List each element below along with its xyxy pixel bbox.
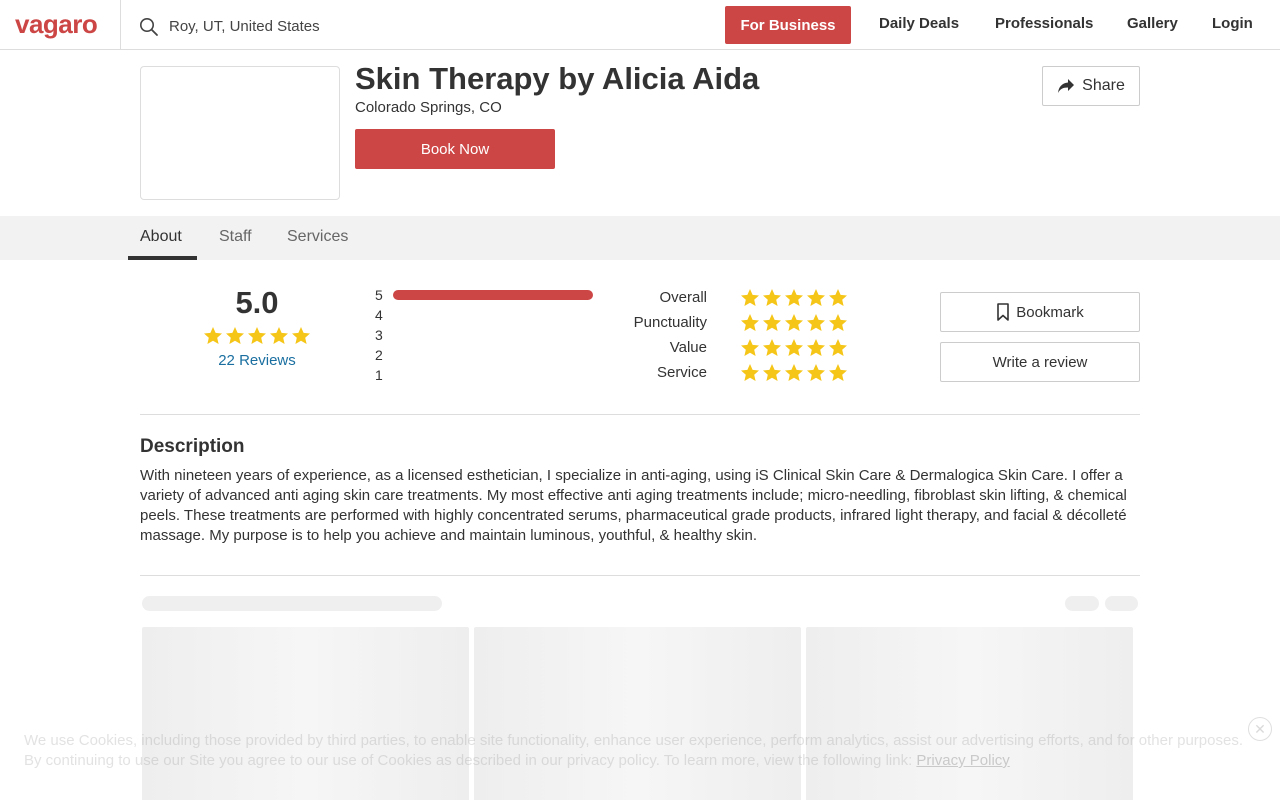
vagaro-logo[interactable]: vagaro <box>15 9 98 40</box>
category-label: Overall <box>659 289 707 306</box>
book-now-button[interactable]: Book Now <box>355 129 555 169</box>
nav-gallery[interactable]: Gallery <box>1127 15 1178 32</box>
histogram-bar-fill <box>393 290 593 300</box>
star-icon <box>807 289 825 306</box>
category-stars <box>740 363 848 383</box>
star-icon <box>785 289 803 306</box>
star-icon <box>763 364 781 381</box>
tab-about[interactable]: About <box>140 228 182 246</box>
histogram-label: 3 <box>375 327 383 343</box>
star-icon <box>829 314 847 331</box>
histogram-bar <box>393 330 593 340</box>
privacy-policy-link[interactable]: Privacy Policy <box>916 752 1009 769</box>
business-logo-placeholder <box>140 66 340 200</box>
star-icon <box>226 327 244 344</box>
cookie-text: We use Cookies, including those provided… <box>24 732 1243 769</box>
bookmark-icon <box>997 303 1010 321</box>
divider <box>140 414 1140 415</box>
star-icon <box>741 289 759 306</box>
star-icon <box>785 339 803 356</box>
star-icon <box>785 314 803 331</box>
reviews-link[interactable]: 22 Reviews <box>197 352 317 369</box>
histogram-bar <box>393 370 593 380</box>
skeleton-card <box>142 627 469 800</box>
histogram-bar <box>393 290 593 300</box>
star-icon <box>741 314 759 331</box>
nav-professionals[interactable]: Professionals <box>995 15 1093 32</box>
star-icon <box>807 364 825 381</box>
star-icon <box>829 364 847 381</box>
star-icon <box>270 327 288 344</box>
star-icon <box>763 339 781 356</box>
star-icon <box>807 339 825 356</box>
tab-services[interactable]: Services <box>287 228 348 246</box>
cookie-banner: We use Cookies, including those provided… <box>24 731 1256 771</box>
search-icon <box>140 18 158 36</box>
bookmark-label: Bookmark <box>1016 303 1084 321</box>
star-icon <box>292 327 310 344</box>
active-tab-indicator <box>128 256 197 260</box>
description-title: Description <box>140 436 245 457</box>
star-icon <box>785 364 803 381</box>
tab-bar: About Staff Services <box>0 216 1280 260</box>
star-icon <box>807 314 825 331</box>
category-label: Service <box>656 364 707 381</box>
top-navbar: vagaro For Business Daily Deals Professi… <box>0 0 1280 50</box>
histogram-label: 2 <box>375 347 383 363</box>
category-label: Punctuality <box>633 314 707 331</box>
category-stars <box>740 288 848 308</box>
cookie-close-icon[interactable]: ✕ <box>1248 717 1272 741</box>
star-icon <box>248 327 266 344</box>
share-button[interactable]: Share <box>1042 66 1140 106</box>
overall-score: 5.0 <box>235 285 279 320</box>
skeleton-card <box>806 627 1133 800</box>
bookmark-button[interactable]: Bookmark <box>940 292 1140 332</box>
divider <box>140 575 1140 576</box>
tab-staff[interactable]: Staff <box>219 228 252 246</box>
skeleton-button <box>1065 596 1099 611</box>
nav-login[interactable]: Login <box>1212 15 1253 32</box>
business-name: Skin Therapy by Alicia Aida <box>355 61 760 96</box>
category-stars <box>740 338 848 358</box>
star-icon <box>763 289 781 306</box>
star-icon <box>741 364 759 381</box>
share-icon <box>1058 79 1075 93</box>
logo-divider <box>120 0 121 50</box>
histogram-bar <box>393 310 593 320</box>
category-stars <box>740 313 848 333</box>
skeleton-card <box>474 627 801 800</box>
histogram-bar <box>393 350 593 360</box>
category-label: Value <box>669 339 707 356</box>
for-business-button[interactable]: For Business <box>725 6 851 44</box>
description-body: With nineteen years of experience, as a … <box>140 467 1127 544</box>
share-label: Share <box>1082 77 1125 94</box>
histogram-label: 5 <box>375 287 383 303</box>
star-icon <box>763 314 781 331</box>
nav-daily-deals[interactable]: Daily Deals <box>879 15 959 32</box>
star-icon <box>829 289 847 306</box>
histogram-label: 4 <box>375 307 383 323</box>
write-review-button[interactable]: Write a review <box>940 342 1140 382</box>
business-location: Colorado Springs, CO <box>355 99 502 116</box>
star-icon <box>204 327 222 344</box>
skeleton-button <box>1105 596 1138 611</box>
histogram-label: 1 <box>375 367 383 383</box>
location-search-input[interactable] <box>169 14 549 38</box>
star-icon <box>741 339 759 356</box>
star-icon <box>829 339 847 356</box>
overall-stars <box>203 326 311 346</box>
skeleton-title <box>142 596 442 611</box>
